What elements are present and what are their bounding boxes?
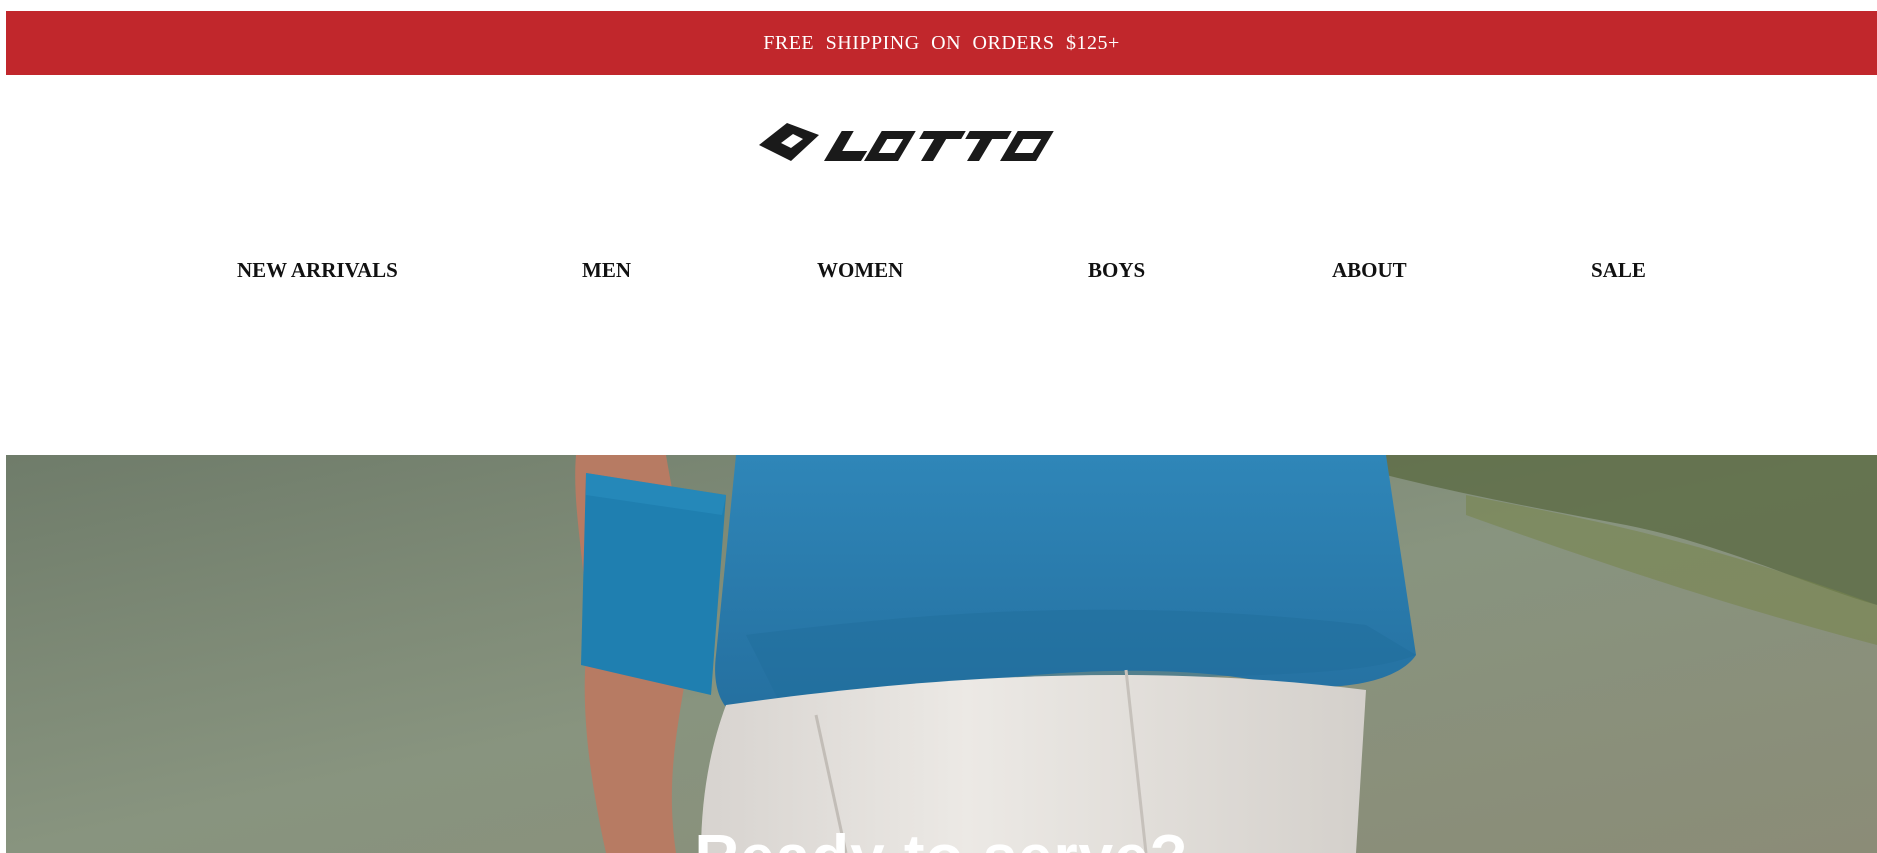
nav-item-about[interactable]: ABOUT: [1332, 255, 1407, 285]
nav-item-men[interactable]: MEN: [582, 255, 631, 285]
nav-item-new-arrivals[interactable]: NEW ARRIVALS: [237, 255, 398, 285]
hero-heading: Ready to serve?: [6, 827, 1877, 853]
main-nav: NEW ARRIVALS MEN WOMEN BOYS ABOUT SALE: [6, 255, 1877, 285]
announcement-bar: FREE SHIPPING ON ORDERS $125+: [6, 11, 1877, 75]
lotto-logo[interactable]: [757, 121, 1061, 169]
announcement-text: FREE SHIPPING ON ORDERS $125+: [763, 31, 1120, 54]
hero-image: [6, 455, 1877, 853]
nav-item-sale[interactable]: SALE: [1591, 255, 1646, 285]
page: FREE SHIPPING ON ORDERS $125+ NEW ARRIVA…: [0, 0, 1877, 853]
nav-item-women[interactable]: WOMEN: [817, 255, 903, 285]
site-header: NEW ARRIVALS MEN WOMEN BOYS ABOUT SALE: [6, 75, 1877, 455]
logo-wordmark: [824, 131, 1054, 161]
lotto-logo-icon: [759, 123, 1054, 161]
nav-item-boys[interactable]: BOYS: [1088, 255, 1145, 285]
hero-banner[interactable]: Ready to serve?: [6, 455, 1877, 853]
